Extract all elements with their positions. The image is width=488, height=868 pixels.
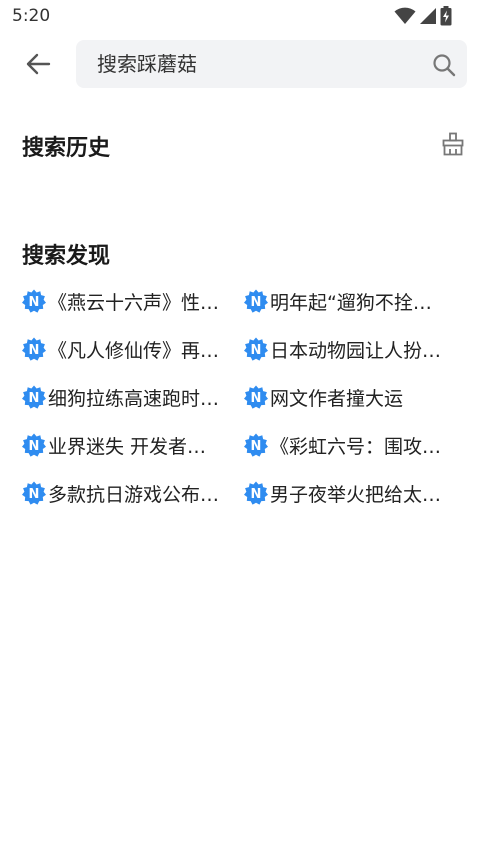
search-discover-title: 搜索发现 xyxy=(22,244,111,269)
badge-letter: N xyxy=(29,487,40,502)
badge-letter: N xyxy=(251,391,262,406)
wifi-icon xyxy=(394,7,416,24)
new-badge-icon: N xyxy=(244,337,268,361)
discover-item-label: 《燕云十六声》性… xyxy=(48,291,220,314)
badge-letter: N xyxy=(29,439,40,454)
discover-item-label: 日本动物园让人扮… xyxy=(270,339,442,362)
discover-item-label: 《彩虹六号：围攻… xyxy=(270,435,442,458)
discover-item-label: 男子夜举火把给太… xyxy=(270,483,442,506)
broom-clear-icon xyxy=(442,132,464,156)
badge-letter: N xyxy=(29,295,40,310)
search-header xyxy=(0,40,488,88)
badge-letter: N xyxy=(29,343,40,358)
badge-letter: N xyxy=(251,295,262,310)
new-badge-icon: N xyxy=(244,289,268,313)
search-icon xyxy=(433,54,456,77)
discover-item-label: 《凡人修仙传》再… xyxy=(48,339,220,362)
discover-item-label: 业界迷失 开发者… xyxy=(48,435,207,458)
discover-item[interactable]: N 《凡人修仙传》再… xyxy=(22,328,234,370)
new-badge-icon: N xyxy=(22,481,46,505)
discover-item[interactable]: N 网文作者撞大运 xyxy=(244,376,456,418)
search-box[interactable] xyxy=(76,40,467,88)
search-input[interactable] xyxy=(97,40,417,88)
discover-item-label: 明年起“遛狗不拴… xyxy=(270,291,432,314)
search-history-title: 搜索历史 xyxy=(22,136,111,161)
discover-item[interactable]: N 男子夜举火把给太… xyxy=(244,472,456,514)
discover-item[interactable]: N 多款抗日游戏公布… xyxy=(22,472,234,514)
badge-letter: N xyxy=(251,487,262,502)
clear-history-button[interactable] xyxy=(440,131,466,157)
discover-item-label: 多款抗日游戏公布… xyxy=(48,483,220,506)
discover-item[interactable]: N 《燕云十六声》性… xyxy=(22,280,234,322)
battery-charging-icon xyxy=(440,6,452,26)
status-icons xyxy=(394,6,452,26)
badge-letter: N xyxy=(251,343,262,358)
discover-item[interactable]: N 《彩虹六号：围攻… xyxy=(244,424,456,466)
discover-item[interactable]: N 明年起“遛狗不拴… xyxy=(244,280,456,322)
status-time: 5:20 xyxy=(12,6,51,26)
new-badge-icon: N xyxy=(22,289,46,313)
new-badge-icon: N xyxy=(22,385,46,409)
cellular-signal-icon xyxy=(420,8,436,24)
discover-item[interactable]: N 日本动物园让人扮… xyxy=(244,328,456,370)
new-badge-icon: N xyxy=(244,385,268,409)
badge-letter: N xyxy=(251,439,262,454)
new-badge-icon: N xyxy=(22,337,46,361)
back-button[interactable] xyxy=(18,46,58,82)
status-bar: 5:20 xyxy=(0,0,488,32)
new-badge-icon: N xyxy=(244,433,268,457)
search-button[interactable] xyxy=(431,52,457,78)
discover-item[interactable]: N 细狗拉练高速跑时… xyxy=(22,376,234,418)
badge-letter: N xyxy=(29,391,40,406)
arrow-left-icon xyxy=(26,53,51,75)
new-badge-icon: N xyxy=(22,433,46,457)
discover-item-label: 细狗拉练高速跑时… xyxy=(48,387,220,410)
discover-item-label: 网文作者撞大运 xyxy=(270,387,404,410)
discover-item[interactable]: N 业界迷失 开发者… xyxy=(22,424,234,466)
new-badge-icon: N xyxy=(244,481,268,505)
